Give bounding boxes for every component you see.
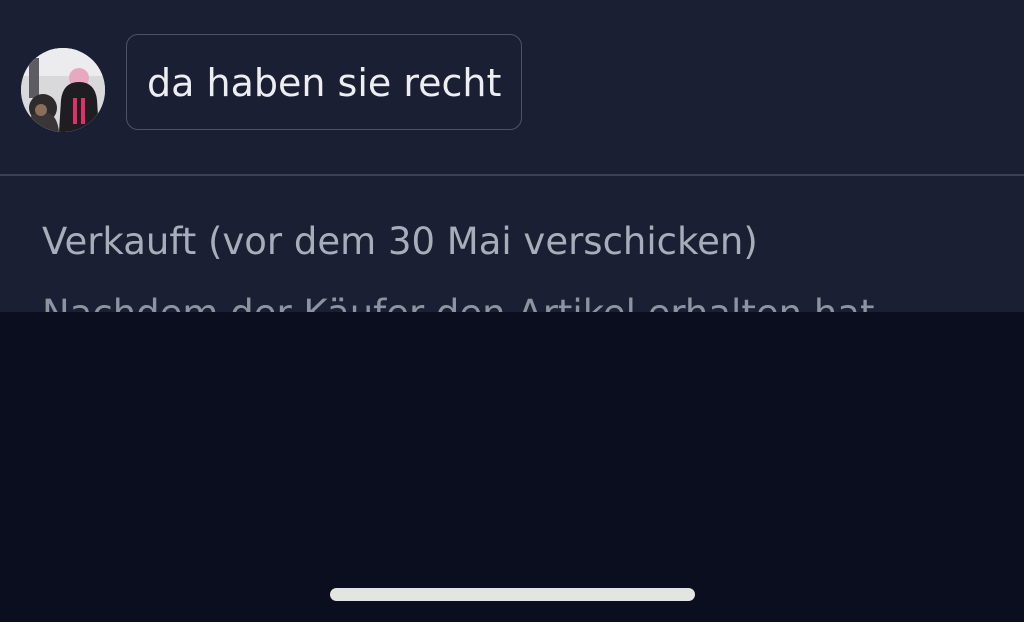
bottom-sheet	[0, 312, 1024, 622]
order-status-description: Nachdem der Käufer den Artikel erhalten …	[42, 292, 874, 312]
avatar[interactable]	[21, 48, 105, 132]
avatar-image	[21, 48, 105, 132]
home-indicator[interactable]	[330, 588, 695, 601]
order-status-section: Verkauft (vor dem 30 Mai verschicken) Na…	[0, 176, 1024, 312]
order-status-title: Verkauft (vor dem 30 Mai verschicken)	[42, 220, 758, 263]
chat-message-area: da haben sie recht	[0, 0, 1024, 176]
message-text: da haben sie recht	[147, 61, 502, 105]
message-bubble[interactable]: da haben sie recht	[126, 34, 523, 130]
